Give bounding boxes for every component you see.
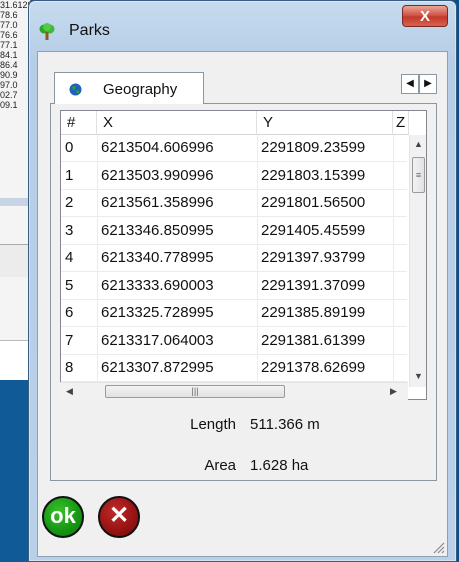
row-divider bbox=[61, 216, 407, 217]
column-header-y[interactable]: Y bbox=[257, 111, 393, 135]
column-header-z[interactable]: Z bbox=[393, 111, 409, 135]
area-label: Area bbox=[204, 457, 236, 474]
background-number: 78.6 bbox=[0, 10, 18, 20]
desktop-background bbox=[0, 380, 30, 562]
area-value: 1.628 ha bbox=[250, 457, 309, 474]
x-cell[interactable]: 6213504.606996 bbox=[97, 137, 257, 159]
close-button[interactable]: X bbox=[402, 5, 448, 27]
horizontal-scroll-thumb[interactable]: ||| bbox=[105, 385, 285, 398]
background-number: 02.7 bbox=[0, 90, 18, 100]
row-divider bbox=[61, 188, 407, 190]
background-number: 77.1 bbox=[0, 40, 18, 50]
row-index-cell[interactable]: 5 bbox=[61, 275, 97, 297]
row-divider bbox=[61, 353, 407, 355]
row-divider bbox=[61, 161, 407, 162]
x-cell[interactable]: 6213325.728995 bbox=[97, 302, 257, 324]
vertical-scroll-thumb[interactable]: ≡ bbox=[412, 157, 425, 193]
window-title: Parks bbox=[69, 22, 110, 39]
background-selection-bar bbox=[0, 198, 30, 206]
tree-icon bbox=[39, 23, 55, 41]
ok-button[interactable]: ok bbox=[42, 496, 84, 538]
row-divider bbox=[61, 243, 407, 245]
scroll-up-icon[interactable]: ▲ bbox=[414, 139, 423, 149]
background-number: 76.6 bbox=[0, 30, 18, 40]
parks-dialog: Parks X Geography ◀ ▶ # X Y Z 0 6213504.6… bbox=[28, 0, 457, 562]
y-cell[interactable]: 2291391.37099 bbox=[257, 275, 393, 297]
y-cell[interactable]: 2291809.23599 bbox=[257, 137, 393, 159]
geography-panel: # X Y Z 0 6213504.606996 2291809.23599 1 621… bbox=[50, 103, 437, 481]
row-index-cell[interactable]: 0 bbox=[61, 137, 97, 159]
y-cell[interactable]: 2291381.61399 bbox=[257, 330, 393, 352]
x-cell[interactable]: 6213307.872995 bbox=[97, 357, 257, 379]
row-divider bbox=[61, 271, 407, 272]
column-divider bbox=[393, 135, 394, 385]
column-header-x[interactable]: X bbox=[97, 111, 257, 135]
background-panel-bottom bbox=[0, 340, 30, 381]
row-index-cell[interactable]: 2 bbox=[61, 192, 97, 214]
cancel-button[interactable]: ✕ bbox=[98, 496, 140, 538]
background-number: 09.1 bbox=[0, 100, 18, 110]
row-index-cell[interactable]: 1 bbox=[61, 165, 97, 187]
x-cell[interactable]: 6213340.778995 bbox=[97, 247, 257, 269]
background-window: 31.61299178.677.076.677.184.186.490.997.… bbox=[0, 0, 31, 381]
background-number: 77.0 bbox=[0, 20, 18, 30]
title-bar[interactable]: Parks X bbox=[29, 1, 456, 51]
coordinates-grid[interactable]: # X Y Z 0 6213504.606996 2291809.23599 1 621… bbox=[60, 110, 427, 400]
x-cell[interactable]: 6213317.064003 bbox=[97, 330, 257, 352]
row-divider bbox=[61, 326, 407, 327]
scroll-down-icon[interactable]: ▼ bbox=[414, 371, 423, 381]
vertical-scrollbar[interactable]: ▲ ≡ ▼ bbox=[409, 135, 426, 387]
length-label: Length bbox=[190, 416, 236, 433]
background-panel bbox=[0, 244, 30, 277]
scroll-right-icon[interactable]: ▶ bbox=[390, 386, 397, 397]
column-header-index[interactable]: # bbox=[61, 111, 97, 135]
row-index-cell[interactable]: 4 bbox=[61, 247, 97, 269]
length-value: 511.366 m bbox=[250, 416, 320, 433]
y-cell[interactable]: 2291405.45599 bbox=[257, 220, 393, 242]
y-cell[interactable]: 2291378.62699 bbox=[257, 357, 393, 379]
row-index-cell[interactable]: 7 bbox=[61, 330, 97, 352]
background-number: 84.1 bbox=[0, 50, 18, 60]
y-cell[interactable]: 2291385.89199 bbox=[257, 302, 393, 324]
resize-grip-icon[interactable] bbox=[431, 540, 445, 554]
row-divider bbox=[61, 298, 407, 300]
row-index-cell[interactable]: 6 bbox=[61, 302, 97, 324]
tab-geography[interactable]: Geography bbox=[54, 72, 204, 104]
globe-icon bbox=[69, 83, 82, 96]
background-number-column: 31.61299178.677.076.677.184.186.490.997.… bbox=[0, 0, 30, 110]
x-cell[interactable]: 6213333.690003 bbox=[97, 275, 257, 297]
y-cell[interactable]: 2291801.56500 bbox=[257, 192, 393, 214]
dialog-client-area: Geography ◀ ▶ # X Y Z 0 6213504.606996 229… bbox=[37, 51, 448, 557]
tab-scroll-right-button[interactable]: ▶ bbox=[419, 74, 437, 94]
background-number: 97.0 bbox=[0, 80, 18, 90]
x-cell[interactable]: 6213503.990996 bbox=[97, 165, 257, 187]
y-cell[interactable]: 2291803.15399 bbox=[257, 165, 393, 187]
column-divider bbox=[97, 135, 98, 385]
x-cell[interactable]: 6213346.850995 bbox=[97, 220, 257, 242]
tab-scroll-left-button[interactable]: ◀ bbox=[401, 74, 419, 94]
tab-label: Geography bbox=[103, 81, 178, 98]
background-number: 86.4 bbox=[0, 60, 18, 70]
row-index-cell[interactable]: 8 bbox=[61, 357, 97, 379]
horizontal-scrollbar[interactable]: ◀ ||| ▶ bbox=[60, 382, 408, 400]
row-index-cell[interactable]: 3 bbox=[61, 220, 97, 242]
x-cell[interactable]: 6213561.358996 bbox=[97, 192, 257, 214]
background-number: 90.9 bbox=[0, 70, 18, 80]
scroll-left-icon[interactable]: ◀ bbox=[66, 386, 73, 397]
column-divider bbox=[257, 135, 258, 385]
background-number: 31.612991 bbox=[0, 0, 30, 10]
y-cell[interactable]: 2291397.93799 bbox=[257, 247, 393, 269]
